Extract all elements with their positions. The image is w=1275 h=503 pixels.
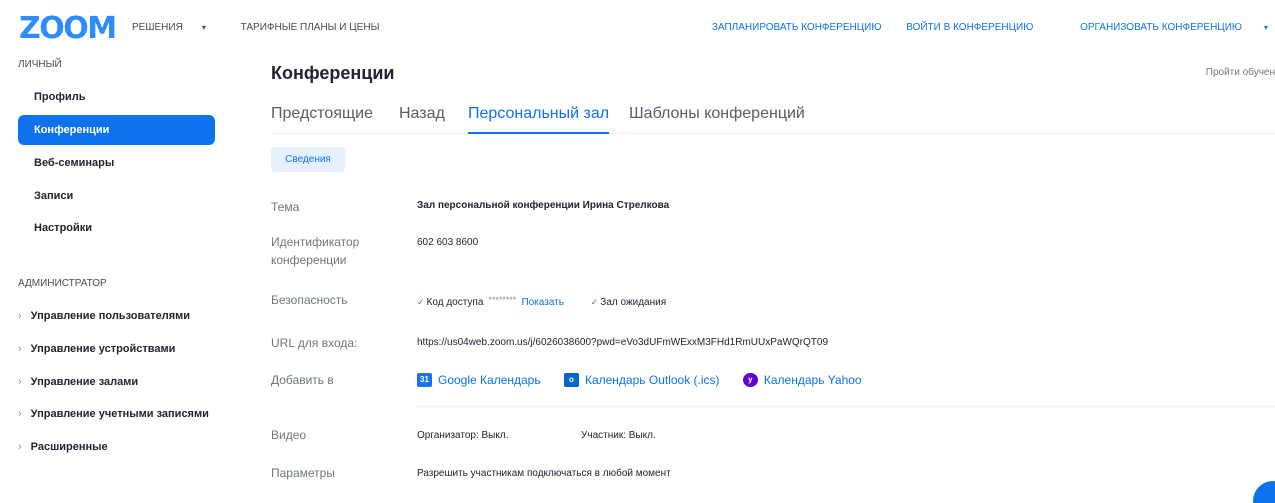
chevron-right-icon: › [18,343,22,355]
top-nav-left: РЕШЕНИЯ ▾ ТАРИФНЫЕ ПЛАНЫ И ЦЕНЫ [132,22,395,33]
chevron-right-icon: › [18,441,22,453]
calendar-links: 31 Google Календарь o Календарь Outlook (.… [417,371,882,387]
add-to-label: Добавить в [271,373,334,387]
section-divider [417,406,1275,407]
sidebar-heading-personal: ЛИЧНЫЙ [18,59,62,70]
waiting-room-label: Зал ожидания [600,297,667,308]
sidebar-item-room-management[interactable]: › Управление залами [18,376,138,388]
google-calendar-icon: 31 [417,373,432,387]
options-value: Разрешить участникам подключаться в любо… [417,468,671,479]
topic-label: Тема [271,200,300,214]
yahoo-calendar-link[interactable]: y Календарь Yahoo [742,373,862,387]
help-chat-button[interactable] [1253,481,1275,503]
options-label: Параметры [271,466,335,480]
details-button[interactable]: Сведения [271,147,345,172]
page-title: Конференции [271,63,395,83]
sidebar-item-recordings[interactable]: Записи [18,181,215,211]
sidebar-item-settings[interactable]: Настройки [18,213,215,243]
sidebar-item-advanced[interactable]: › Расширенные [18,441,108,453]
zoom-logo[interactable]: ZOOM [19,14,117,44]
sidebar-heading-admin: АДМИНИСТРАТОР [18,278,107,289]
sidebar-item-device-management[interactable]: › Управление устройствами [18,343,175,355]
check-icon: ✓ [590,297,599,307]
host-video-value: Организатор: Выкл. [417,430,509,441]
meeting-tabs: Предстоящие Назад Персональный зал Шабло… [271,105,1275,134]
outlook-icon: o [563,373,579,387]
yahoo-icon: y [742,373,758,387]
sidebar-item-meetings[interactable]: Конференции [18,115,215,145]
top-nav-right: ЗАПЛАНИРОВАТЬ КОНФЕРЕНЦИЮ ВОЙТИ В КОНФЕР… [690,22,1268,33]
security-value: ✓ Код доступа ******** Показать ✓ Зал ожидан… [417,295,666,308]
sidebar-item-webinars[interactable]: Веб-семинары [18,148,215,178]
video-label: Видео [271,428,307,442]
main-content: Конференции Пройти обучен Предстоящие На… [271,55,1275,503]
sidebar: ЛИЧНЫЙ Профиль Конференции Веб-семинары … [0,55,230,503]
chevron-right-icon: › [18,408,22,420]
show-passcode-link[interactable]: Показать [521,297,564,308]
passcode-label: Код доступа [426,297,484,308]
nav-host-meeting[interactable]: ОРГАНИЗОВАТЬ КОНФЕРЕНЦИЮ ▾ [1058,22,1268,33]
top-navigation-bar: ZOOM РЕШЕНИЯ ▾ ТАРИФНЫЕ ПЛАНЫ И ЦЕНЫ ЗАПЛ… [0,0,1275,55]
google-calendar-link[interactable]: 31 Google Календарь [417,373,541,387]
chevron-right-icon: › [18,310,22,322]
chevron-down-icon: ▾ [201,23,206,32]
sidebar-item-profile[interactable]: Профиль [18,82,215,112]
participant-video-value: Участник: Выкл. [581,430,656,441]
nav-plans-pricing[interactable]: ТАРИФНЫЕ ПЛАНЫ И ЦЕНЫ [241,22,380,33]
outlook-calendar-link[interactable]: o Календарь Outlook (.ics) [563,373,720,387]
meeting-id-label: Идентификатор конференции [271,235,360,267]
meeting-id-value: 602 603 8600 [417,237,479,248]
topic-value: Зал персональной конференции Ирина Стрел… [417,200,670,211]
security-label: Безопасность [271,293,348,307]
tab-upcoming[interactable]: Предстоящие [271,105,373,134]
tab-previous[interactable]: Назад [399,105,445,134]
tab-meeting-templates[interactable]: Шаблоны конференций [629,105,805,134]
sidebar-item-user-management[interactable]: › Управление пользователями [18,310,190,322]
nav-solutions[interactable]: РЕШЕНИЯ ▾ [132,22,222,33]
tab-personal-room[interactable]: Персональный зал [468,105,610,134]
passcode-mask: ******** [488,295,517,305]
join-url-value[interactable]: https://us04web.zoom.us/j/6026038600?pwd… [417,337,828,348]
check-icon: ✓ [417,297,425,307]
nav-join-meeting[interactable]: ВОЙТИ В КОНФЕРЕНЦИЮ [906,22,1033,33]
join-url-label: URL для входа: [271,336,358,350]
nav-schedule-meeting[interactable]: ЗАПЛАНИРОВАТЬ КОНФЕРЕНЦИЮ [712,22,882,33]
chevron-right-icon: › [18,376,22,388]
sidebar-item-account-management[interactable]: › Управление учетными записями [18,408,209,420]
tutorial-link[interactable]: Пройти обучен [1206,67,1275,78]
chevron-down-icon: ▾ [1263,23,1268,32]
